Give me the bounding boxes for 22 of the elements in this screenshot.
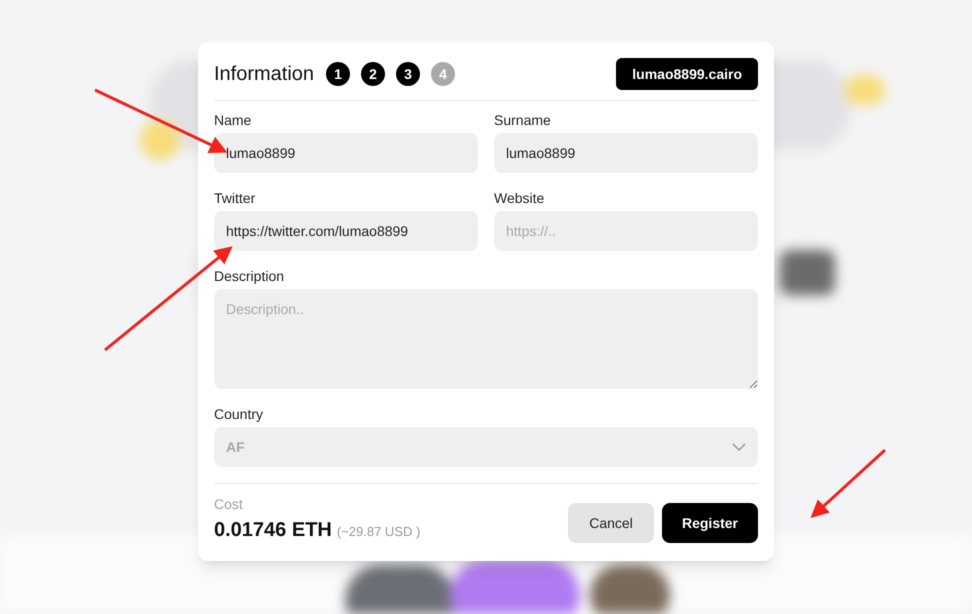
cancel-button[interactable]: Cancel: [568, 503, 654, 543]
input-field[interactable]: lumao8899: [214, 133, 478, 173]
step-indicator: 4: [431, 62, 456, 86]
step-indicator: 3: [396, 62, 420, 86]
cost-usd: (~29.87 USD ): [336, 523, 420, 541]
field-label: Twitter: [214, 189, 256, 207]
domain-badge: lumao8899.cairo: [616, 58, 758, 90]
description-field[interactable]: Description..: [214, 289, 758, 389]
field-label: Country: [214, 405, 264, 423]
cost-amount: 0.01746 ETH: [214, 518, 332, 543]
step-indicator: 1: [326, 62, 350, 86]
field-label: Description: [214, 267, 286, 285]
field-label: Name: [214, 111, 252, 129]
input-field[interactable]: lumao8899: [494, 133, 758, 173]
field-label: Website: [494, 189, 546, 207]
dialog-title: Information: [214, 62, 314, 87]
input-field[interactable]: https://..: [494, 211, 758, 251]
field-label: Surname: [494, 111, 552, 129]
step-indicator: 2: [361, 62, 386, 86]
input-field[interactable]: https://twitter.com/lumao8899: [214, 211, 478, 251]
cost-label: Cost: [214, 495, 244, 514]
register-button[interactable]: Register: [662, 503, 758, 543]
